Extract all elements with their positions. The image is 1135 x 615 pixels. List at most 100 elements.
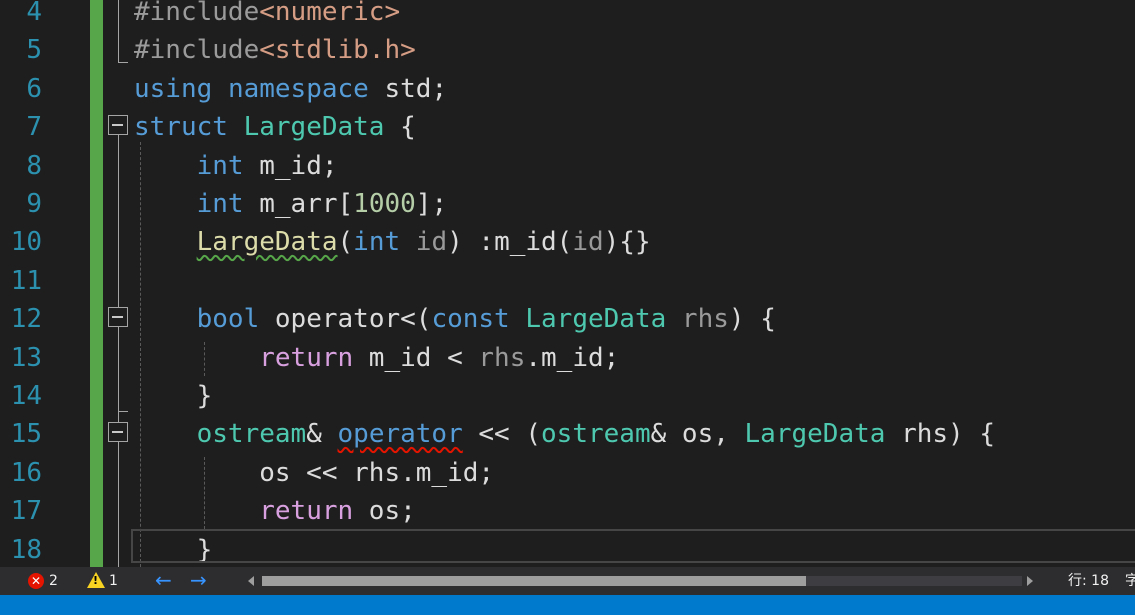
code-token: ) :m_id( <box>447 227 573 258</box>
line-number: 10 <box>10 227 42 258</box>
line-indicator[interactable]: 行: 18 <box>1068 567 1109 595</box>
code-line[interactable]: return m_id < rhs.m_id; <box>134 339 619 377</box>
line-number: 12 <box>10 304 42 335</box>
include-fold-line <box>118 0 119 62</box>
line-number: 17 <box>10 496 42 527</box>
code-token: LargeData <box>744 419 886 450</box>
line-number-gutter: 4 5 6 7 8 9 10 11 12 13 14 15 16 17 18 <box>0 0 88 567</box>
code-token: int <box>353 227 401 258</box>
navigate-forward-icon[interactable]: → <box>190 566 207 594</box>
code-token: int <box>196 150 244 181</box>
code-token: m_id; <box>243 150 338 181</box>
code-token: LargeData <box>525 304 667 335</box>
code-token: bool <box>196 304 260 335</box>
diagnostic-token: operator <box>337 419 463 450</box>
line-number: 16 <box>10 457 42 488</box>
code-line[interactable]: bool operator<(const LargeData rhs) { <box>134 300 776 338</box>
code-token: ) { <box>728 304 776 335</box>
code-token: operator<( <box>259 304 432 335</box>
column-indicator[interactable]: 字 <box>1125 567 1135 595</box>
code-token: <numeric> <box>259 0 401 27</box>
code-line[interactable]: ostream& operator << (ostream& os, Large… <box>134 415 995 453</box>
operator-less-fold-end <box>118 411 128 412</box>
code-token: std; <box>368 73 448 104</box>
code-token: ]; <box>415 189 448 219</box>
warning-count[interactable]: 1 <box>109 567 118 595</box>
scroll-left-icon[interactable] <box>248 576 254 586</box>
code-token: int <box>196 189 244 219</box>
struct-fold-line <box>118 135 119 567</box>
code-token: using <box>134 73 213 104</box>
code-token: m_id < <box>353 342 479 373</box>
code-token: 1000 <box>353 189 416 219</box>
code-token: const <box>431 304 510 335</box>
indent-guide-struct <box>140 142 141 567</box>
code-editor[interactable]: 4 5 6 7 8 9 10 11 12 13 14 15 16 17 18 #include<numeri… <box>0 0 1135 567</box>
indent-guide-operator-less <box>204 342 205 376</box>
code-token: return <box>259 342 354 373</box>
code-line[interactable]: os << rhs.m_id; <box>134 454 494 492</box>
code-token: struct <box>134 112 228 143</box>
code-line[interactable]: int m_arr[1000]; <box>134 185 447 223</box>
current-line-highlight <box>131 529 1135 563</box>
line-number: 9 <box>26 189 42 219</box>
code-token: << ( <box>462 419 542 450</box>
code-line[interactable]: LargeData(int id) :m_id(id){} <box>134 223 651 261</box>
code-token: .m_id; <box>525 342 620 373</box>
code-line[interactable]: int m_id; <box>134 147 338 185</box>
fold-toggle-operator-stream[interactable] <box>108 422 128 442</box>
fold-toggle-struct[interactable] <box>108 115 128 135</box>
line-number: 15 <box>10 419 42 450</box>
line-number: 6 <box>26 73 42 104</box>
diagnostic-token: LargeData <box>196 227 338 258</box>
code-token: return <box>259 496 354 527</box>
line-number: 5 <box>26 35 42 66</box>
error-count[interactable]: 2 <box>49 567 58 595</box>
line-number: 13 <box>10 342 42 373</box>
line-number: 11 <box>10 265 42 296</box>
code-line[interactable]: #include<stdlib.h> <box>134 31 416 69</box>
code-line[interactable]: #include<numeric> <box>134 0 400 31</box>
scroll-right-icon[interactable] <box>1027 576 1033 586</box>
include-fold-end <box>118 62 128 63</box>
code-token: ostream <box>541 419 651 450</box>
code-token: id <box>415 227 448 258</box>
code-token: rhs <box>478 342 526 373</box>
scrollbar-thumb[interactable] <box>262 576 806 586</box>
code-line[interactable]: } <box>134 377 213 415</box>
code-token: ){} <box>603 227 651 258</box>
code-token: #include <box>134 0 260 27</box>
code-token: } <box>134 381 213 411</box>
code-token: <stdlib.h> <box>259 35 416 66</box>
line-number: 14 <box>10 381 42 411</box>
navigate-back-icon[interactable]: ← <box>155 566 172 594</box>
line-number: 7 <box>26 112 42 143</box>
code-line[interactable]: return os; <box>134 492 416 530</box>
editor-status-bar: ✕ 2 ! 1 ← → 行: 18 字 <box>0 567 1135 595</box>
code-token: #include <box>134 35 260 66</box>
line-number: 4 <box>26 0 42 27</box>
code-token: namespace <box>227 73 369 104</box>
change-tracking-bar <box>90 0 103 567</box>
code-token: os; <box>353 496 416 527</box>
line-number: 18 <box>10 534 42 565</box>
code-token: rhs) { <box>885 419 995 450</box>
warning-icon[interactable]: ! <box>87 572 105 588</box>
code-line[interactable]: struct LargeData { <box>134 108 416 146</box>
code-token: rhs <box>681 304 729 335</box>
fold-toggle-operator-less[interactable] <box>108 307 128 327</box>
code-token: id <box>572 227 604 258</box>
code-token: m_arr[ <box>243 189 354 219</box>
code-line[interactable]: using namespace std; <box>134 70 447 108</box>
error-icon[interactable]: ✕ <box>28 573 44 589</box>
code-token: os << rhs.m_id; <box>134 457 495 488</box>
